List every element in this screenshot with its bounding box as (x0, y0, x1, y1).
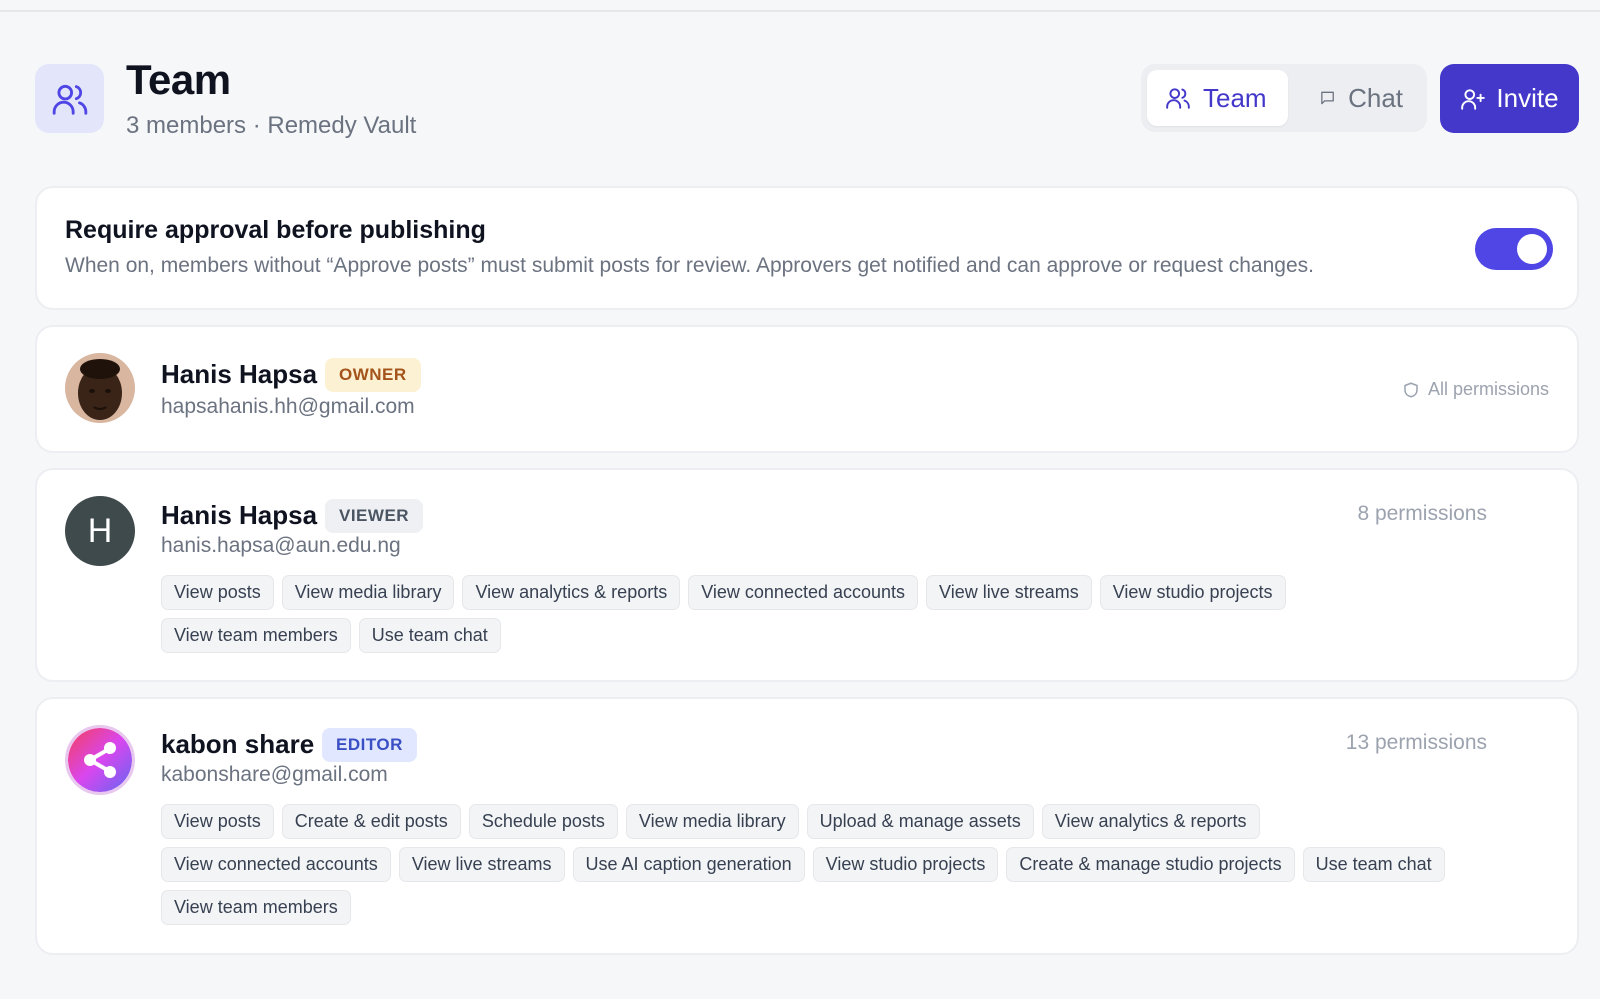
permission-chip: View media library (281, 575, 455, 610)
view-switcher: Team Chat (1141, 64, 1427, 132)
invite-label: Invite (1496, 83, 1559, 113)
permission-chip: View team members (161, 618, 351, 653)
member-card-viewer: H Hanis Hapsa VIEWER hanis.hapsa@aun.edu… (35, 468, 1579, 682)
permissions-summary: All permissions (1402, 379, 1549, 400)
tab-chat[interactable]: Chat (1301, 70, 1421, 126)
permission-chip: View media library (625, 804, 799, 839)
avatar[interactable] (65, 725, 135, 795)
role-badge-viewer: VIEWER (325, 499, 424, 533)
member-email: hapsahanis.hh@gmail.com (161, 395, 415, 418)
user-plus-icon (1461, 88, 1486, 110)
tab-chat-label: Chat (1348, 82, 1403, 113)
toggle-knob (1517, 234, 1547, 264)
permission-chip: View analytics & reports (1041, 804, 1260, 839)
member-name: Hanis Hapsa (161, 500, 318, 530)
permission-chip: Create & manage studio projects (1006, 847, 1295, 882)
member-card-editor: kabon share EDITOR kabonshare@gmail.com … (35, 697, 1579, 955)
users-icon (52, 84, 87, 115)
permission-chip: View live streams (398, 847, 565, 882)
permission-chip: Schedule posts (468, 804, 618, 839)
approval-title: Require approval before publishing (65, 216, 486, 244)
permission-chip: View connected accounts (161, 847, 391, 882)
member-name: kabon share (161, 729, 315, 759)
permission-chip: View studio projects (1099, 575, 1286, 610)
share-icon (68, 728, 132, 792)
permissions-summary-label: All permissions (1427, 379, 1549, 399)
tab-team-label: Team (1203, 82, 1267, 113)
permission-chip: View posts (161, 575, 274, 610)
permission-chip: View posts (161, 804, 274, 839)
permissions-count[interactable]: 8 permissions (1357, 502, 1487, 526)
role-badge-owner: OWNER (325, 358, 421, 392)
member-card-owner: Hanis Hapsa OWNER hapsahanis.hh@gmail.co… (35, 325, 1579, 453)
permissions-list: View posts View media library View analy… (161, 575, 1451, 653)
page-title: Team (126, 56, 231, 103)
permission-chip: Use team chat (1302, 847, 1445, 882)
top-divider (0, 10, 1600, 12)
permission-chip: View connected accounts (688, 575, 919, 610)
shield-icon (1404, 382, 1418, 397)
member-email: kabonshare@gmail.com (161, 763, 388, 786)
tab-team[interactable]: Team (1147, 70, 1288, 126)
member-email: hanis.hapsa@aun.edu.ng (161, 534, 401, 557)
permissions-count[interactable]: 13 permissions (1346, 731, 1487, 755)
approval-description: When on, members without “Approve posts”… (65, 254, 1314, 277)
permissions-list: View posts Create & edit posts Schedule … (161, 804, 1451, 925)
users-icon (1166, 88, 1190, 109)
avatar-initial: H (87, 511, 113, 550)
permission-chip: Use AI caption generation (572, 847, 805, 882)
permission-chip: Upload & manage assets (806, 804, 1034, 839)
permission-chip: View studio projects (812, 847, 999, 882)
approval-card: Require approval before publishing When … (35, 186, 1579, 310)
team-icon-box (35, 64, 104, 133)
permission-chip: Create & edit posts (281, 804, 461, 839)
approval-toggle[interactable] (1475, 228, 1553, 270)
avatar-photo (65, 353, 135, 423)
permission-chip: View live streams (926, 575, 1092, 610)
invite-button[interactable]: Invite (1440, 64, 1579, 133)
permission-chip: View analytics & reports (462, 575, 681, 610)
permission-chip: View team members (161, 890, 351, 925)
avatar[interactable]: H (65, 496, 135, 566)
avatar[interactable] (65, 353, 135, 423)
member-name: Hanis Hapsa (161, 359, 318, 389)
role-badge-editor: EDITOR (322, 728, 417, 762)
chat-bubble-icon (1321, 91, 1334, 105)
page-subtitle: 3 members · Remedy Vault (126, 112, 417, 139)
permission-chip: Use team chat (358, 618, 501, 653)
